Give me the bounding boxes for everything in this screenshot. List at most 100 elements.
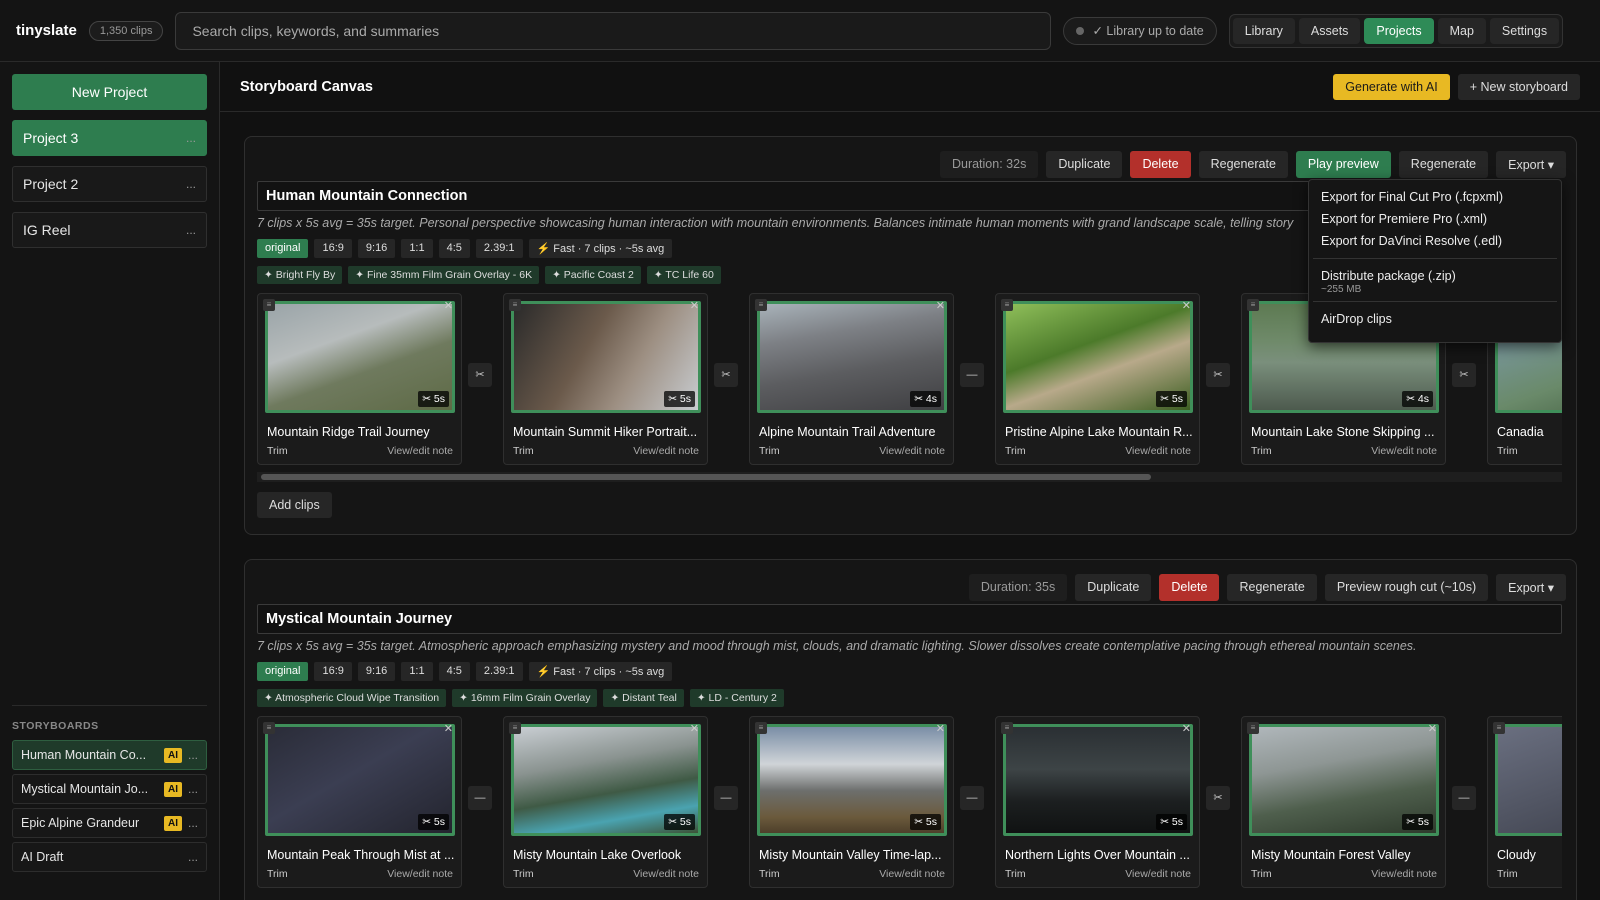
edit-note-link[interactable]: View/edit note [387, 868, 453, 880]
transition-dissolve-icon[interactable]: — [960, 786, 984, 810]
effect-chip[interactable]: ✦ Fine 35mm Film Grain Overlay - 6K [348, 266, 540, 284]
remove-clip-icon[interactable]: ✕ [444, 299, 453, 312]
nav-map[interactable]: Map [1437, 17, 1486, 44]
edit-note-link[interactable]: View/edit note [633, 868, 699, 880]
clip-card[interactable]: ✂ 5s ≡ ✕ Misty Mountain Forest Valley Tri… [1241, 716, 1446, 888]
drag-handle-icon[interactable]: ≡ [1001, 299, 1013, 311]
aspect-chip[interactable]: 9:16 [357, 662, 396, 681]
clip-thumbnail[interactable]: ✂ 5s [757, 724, 947, 836]
export-premiere-item[interactable]: Export for Premiere Pro (.xml) [1309, 208, 1561, 230]
clip-card[interactable]: ✂ 4s ≡ ✕ Alpine Mountain Trail Adventure … [749, 293, 954, 465]
export-button[interactable]: Export ▾ [1496, 151, 1566, 178]
aspect-chip[interactable]: 2.39:1 [475, 239, 523, 258]
edit-note-link[interactable]: View/edit note [879, 868, 945, 880]
edit-note-link[interactable]: View/edit note [633, 445, 699, 457]
aspect-chip[interactable]: 4:5 [438, 662, 470, 681]
aspect-chip[interactable]: 1:1 [401, 239, 433, 258]
effect-chip[interactable]: ✦ LD - Century 2 [689, 689, 784, 707]
delete-button[interactable]: Delete [1130, 151, 1191, 178]
nav-assets[interactable]: Assets [1298, 17, 1361, 44]
effect-chip[interactable]: ✦ Distant Teal [603, 689, 684, 707]
aspect-chip[interactable]: 1:1 [401, 662, 433, 681]
remove-clip-icon[interactable]: ✕ [690, 722, 699, 735]
play-preview-button[interactable]: Play preview [1295, 151, 1391, 178]
transition-cut-icon[interactable]: ✂ [714, 363, 738, 387]
effect-chip[interactable]: ✦ Pacific Coast 2 [545, 266, 641, 284]
clip-thumbnail[interactable]: ✂ 4s [757, 301, 947, 413]
duplicate-button[interactable]: Duplicate [1046, 151, 1123, 178]
clip-thumbnail[interactable]: ✂ 5s [265, 724, 455, 836]
edit-note-link[interactable]: View/edit note [387, 445, 453, 457]
remove-clip-icon[interactable]: ✕ [1182, 722, 1191, 735]
drag-handle-icon[interactable]: ≡ [509, 299, 521, 311]
clip-card[interactable]: ✂ 5s ≡ ✕ Misty Mountain Lake Overlook Tri… [503, 716, 708, 888]
duplicate-button[interactable]: Duplicate [1075, 574, 1152, 601]
aspect-chip[interactable]: original [257, 239, 309, 258]
scrollbar-thumb[interactable] [261, 474, 1151, 480]
delete-button[interactable]: Delete [1159, 574, 1220, 601]
nav-projects[interactable]: Projects [1364, 17, 1434, 44]
new-project-button[interactable]: New Project [12, 74, 207, 110]
remove-clip-icon[interactable]: ✕ [936, 722, 945, 735]
add-clips-button[interactable]: Add clips [257, 492, 332, 518]
export-button[interactable]: Export ▾ [1496, 574, 1566, 601]
storyboard-item[interactable]: Mystical Mountain Jo... AI... [12, 774, 207, 804]
drag-handle-icon[interactable]: ≡ [1247, 299, 1259, 311]
clip-card[interactable]: ≡ Cloudy Trim [1487, 716, 1562, 888]
trim-link[interactable]: Trim [267, 868, 288, 880]
effect-chip[interactable]: ✦ Bright Fly By [257, 266, 343, 284]
drag-handle-icon[interactable]: ≡ [1493, 722, 1505, 734]
transition-dissolve-icon[interactable]: — [960, 363, 984, 387]
remove-clip-icon[interactable]: ✕ [1428, 722, 1437, 735]
more-icon[interactable]: ... [188, 782, 198, 796]
trim-link[interactable]: Trim [1251, 868, 1272, 880]
nav-library[interactable]: Library [1232, 17, 1295, 44]
transition-cut-icon[interactable]: ✂ [1206, 363, 1230, 387]
aspect-chip[interactable]: 4:5 [438, 239, 470, 258]
storyboard-item[interactable]: AI Draft... [12, 842, 207, 872]
aspect-chip[interactable]: 9:16 [357, 239, 396, 258]
project-item[interactable]: Project 3... [12, 120, 207, 156]
more-icon[interactable]: ... [186, 223, 196, 237]
regenerate-button[interactable]: Regenerate [1227, 574, 1317, 601]
clip-card[interactable]: ✂ 5s ≡ ✕ Pristine Alpine Lake Mountain R.… [995, 293, 1200, 465]
trim-link[interactable]: Trim [1005, 445, 1026, 457]
regenerate-button[interactable]: Regenerate [1198, 151, 1288, 178]
drag-handle-icon[interactable]: ≡ [1001, 722, 1013, 734]
pace-chip[interactable]: ⚡ Fast · 7 clips · ~5s avg [528, 239, 673, 258]
clip-card[interactable]: ✂ 5s ≡ ✕ Mountain Ridge Trail Journey Tri… [257, 293, 462, 465]
trim-link[interactable]: Trim [1005, 868, 1026, 880]
edit-note-link[interactable]: View/edit note [1125, 868, 1191, 880]
storyboard-item[interactable]: Human Mountain Co... AI... [12, 740, 207, 770]
trim-link[interactable]: Trim [759, 445, 780, 457]
export-fcpxml-item[interactable]: Export for Final Cut Pro (.fcpxml) [1309, 186, 1561, 208]
trim-link[interactable]: Trim [1251, 445, 1272, 457]
more-icon[interactable]: ... [188, 850, 198, 864]
clip-card[interactable]: ✂ 5s ≡ ✕ Mountain Summit Hiker Portrait..… [503, 293, 708, 465]
transition-cut-icon[interactable]: ✂ [1206, 786, 1230, 810]
aspect-chip[interactable]: 16:9 [314, 239, 352, 258]
more-icon[interactable]: ... [186, 131, 196, 145]
edit-note-link[interactable]: View/edit note [1125, 445, 1191, 457]
trim-link[interactable]: Trim [1497, 868, 1518, 880]
export-davinci-item[interactable]: Export for DaVinci Resolve (.edl) [1309, 230, 1561, 252]
pace-chip[interactable]: ⚡ Fast · 7 clips · ~5s avg [528, 662, 673, 681]
clip-thumbnail[interactable]: ✂ 5s [1003, 301, 1193, 413]
trim-link[interactable]: Trim [513, 445, 534, 457]
remove-clip-icon[interactable]: ✕ [1182, 299, 1191, 312]
drag-handle-icon[interactable]: ≡ [263, 722, 275, 734]
new-storyboard-button[interactable]: + New storyboard [1457, 73, 1580, 100]
edit-note-link[interactable]: View/edit note [1371, 445, 1437, 457]
aspect-chip[interactable]: 2.39:1 [475, 662, 523, 681]
clip-thumbnail[interactable]: ✂ 5s [511, 301, 701, 413]
project-item[interactable]: IG Reel... [12, 212, 207, 248]
clip-card[interactable]: ✂ 5s ≡ ✕ Misty Mountain Valley Time-lap..… [749, 716, 954, 888]
effect-chip[interactable]: ✦ 16mm Film Grain Overlay [452, 689, 598, 707]
clip-thumbnail[interactable]: ✂ 5s [265, 301, 455, 413]
more-icon[interactable]: ... [186, 177, 196, 191]
search-input[interactable]: Search clips, keywords, and summaries [175, 11, 1052, 50]
transition-cut-icon[interactable]: ✂ [468, 363, 492, 387]
regenerate-button[interactable]: Regenerate [1398, 151, 1489, 178]
effect-chip[interactable]: ✦ Atmospheric Cloud Wipe Transition [257, 689, 447, 707]
trim-link[interactable]: Trim [1497, 445, 1518, 457]
